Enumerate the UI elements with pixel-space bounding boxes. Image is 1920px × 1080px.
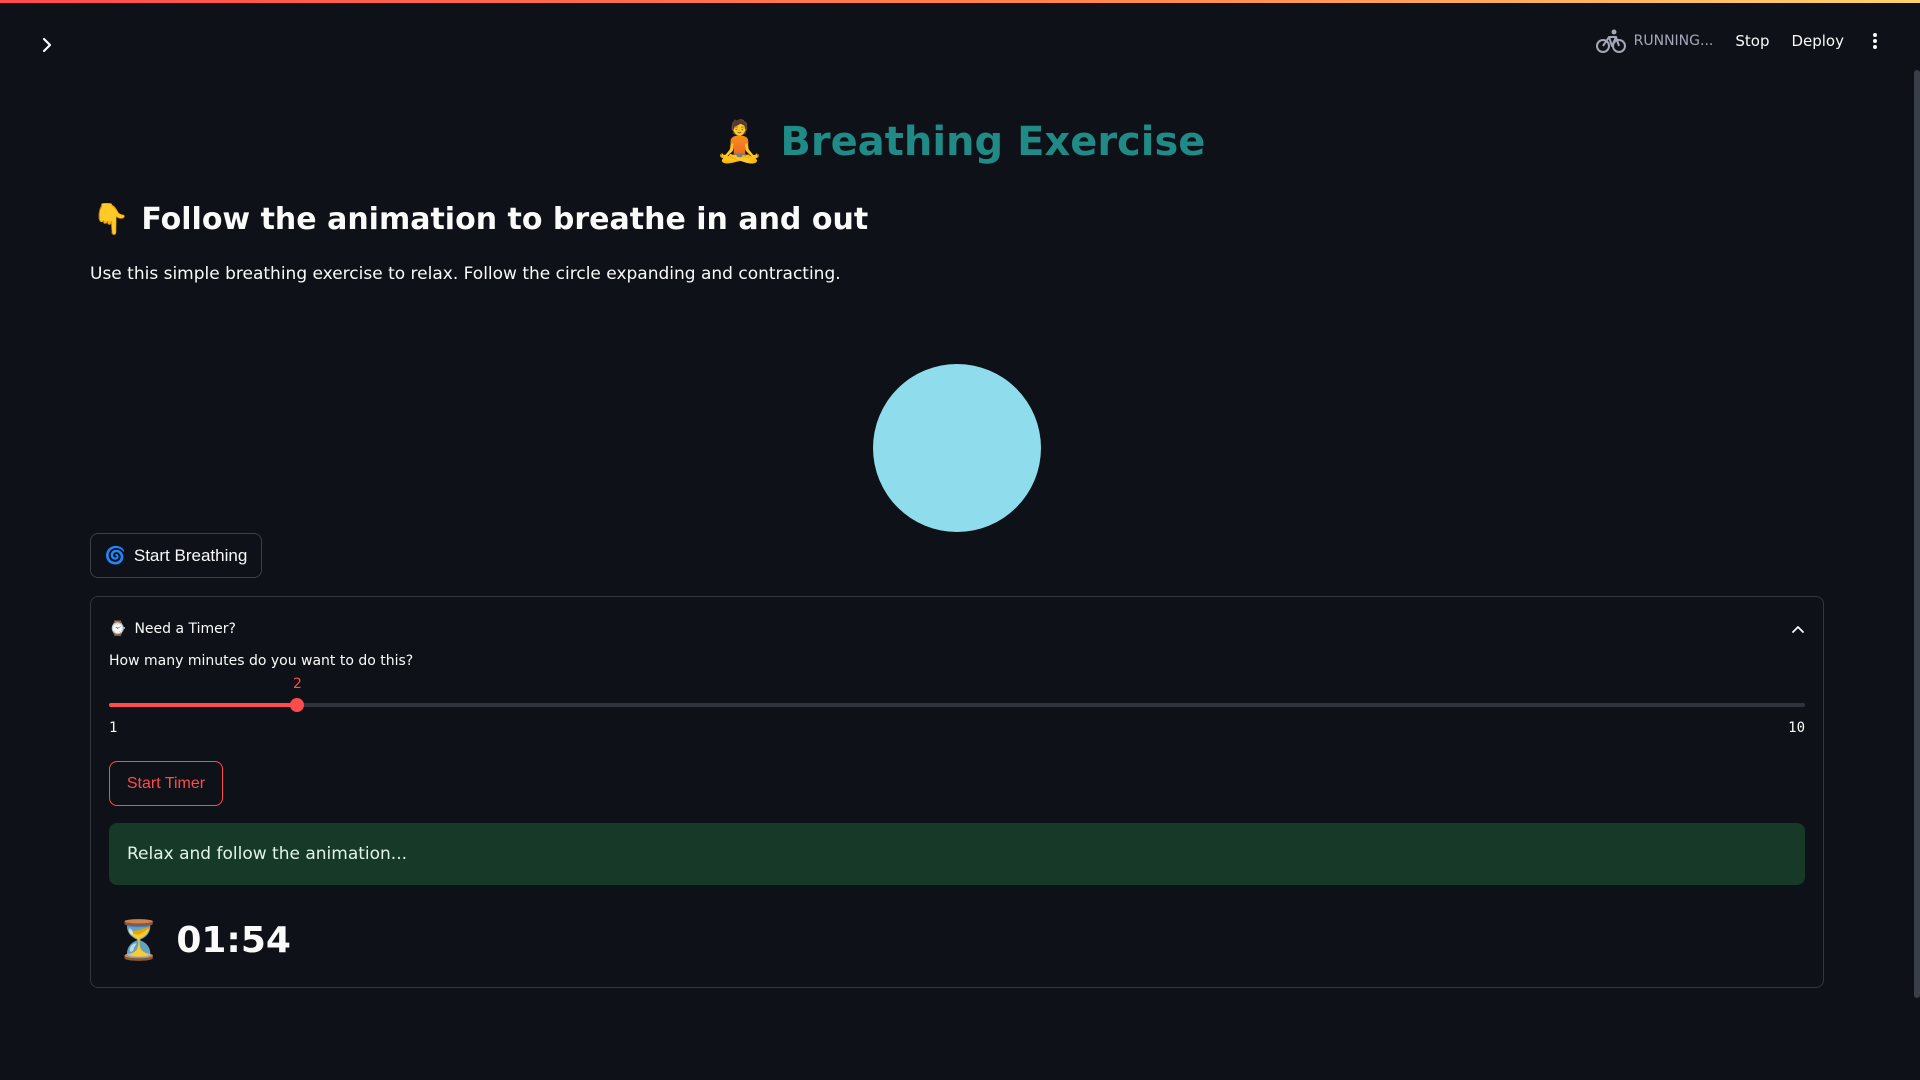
instruction-heading-text: Follow the animation to breathe in and o…: [141, 202, 869, 237]
running-status: RUNNING...: [1595, 28, 1714, 54]
minutes-slider-thumb[interactable]: [290, 698, 305, 712]
kebab-menu-icon: [1873, 33, 1877, 49]
minutes-slider-fill: [109, 703, 298, 707]
page-title-text: Breathing Exercise: [780, 118, 1206, 165]
breathing-circle: [873, 364, 1041, 532]
countdown-time: 01:54: [176, 919, 291, 961]
watch-icon: ⌚: [109, 621, 127, 637]
timer-expander-header[interactable]: ⌚ Need a Timer?: [109, 615, 1805, 643]
minutes-slider-max: 10: [1788, 720, 1805, 736]
countdown-display: ⏳ 01:54: [115, 915, 291, 965]
meditation-icon: 🧘: [714, 119, 765, 165]
success-alert: Relax and follow the animation...: [109, 823, 1805, 885]
minutes-slider[interactable]: [109, 698, 1805, 712]
cyclone-icon: 🌀: [104, 545, 126, 565]
chevron-right-icon: [42, 37, 52, 53]
page-scrollbar[interactable]: [1914, 70, 1920, 998]
minutes-slider-label: How many minutes do you want to do this?: [109, 653, 414, 669]
sidebar-toggle-button[interactable]: [34, 32, 60, 58]
intro-text: Use this simple breathing exercise to re…: [90, 264, 841, 284]
deploy-button[interactable]: Deploy: [1791, 32, 1844, 50]
top-decoration-stripe: [0, 0, 1920, 3]
instruction-heading: 👇 Follow the animation to breathe in and…: [92, 202, 868, 237]
start-breathing-label: Start Breathing: [133, 545, 248, 565]
timer-expander: ⌚ Need a Timer? How many minutes do you …: [90, 596, 1824, 988]
stop-button[interactable]: Stop: [1735, 32, 1769, 50]
hourglass-icon: ⏳: [115, 917, 163, 962]
timer-expander-label: Need a Timer?: [134, 621, 236, 637]
status-text: RUNNING...: [1633, 33, 1714, 49]
chevron-up-icon: [1792, 626, 1804, 633]
minutes-slider-value: 2: [292, 676, 302, 692]
minutes-slider-min: 1: [109, 720, 118, 736]
start-breathing-button[interactable]: 🌀 Start Breathing: [90, 533, 262, 578]
pointing-down-icon: 👇: [92, 202, 130, 237]
app-header-toolbar: RUNNING... Stop Deploy: [1595, 26, 1884, 56]
main-menu-button[interactable]: [1866, 28, 1884, 54]
start-timer-button[interactable]: Start Timer: [109, 761, 223, 806]
cyclist-icon: [1595, 29, 1626, 53]
page-title: 🧘 Breathing Exercise: [0, 118, 1920, 166]
